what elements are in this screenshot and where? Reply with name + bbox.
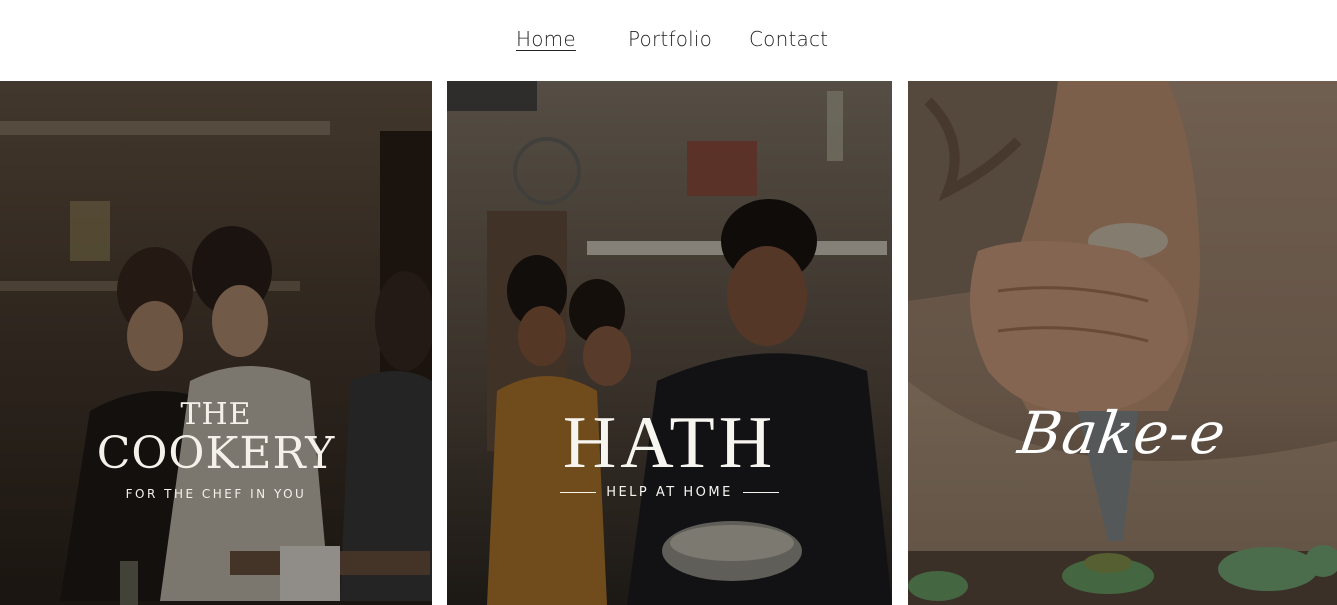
hath-tagline: HELP AT HOME xyxy=(606,485,733,500)
cookery-panel[interactable]: THE COOKERY FOR THE CHEF IN YOU xyxy=(0,81,432,605)
hath-panel[interactable]: HATH HELP AT HOME xyxy=(447,81,892,605)
hath-tagline-rule-right xyxy=(742,492,779,493)
nav-link-contact[interactable]: Contact xyxy=(749,27,828,51)
bakere-logo: Bake-e xyxy=(908,399,1337,467)
cookery-logo-name: COOKERY xyxy=(96,428,336,479)
nav-link-home[interactable]: Home xyxy=(516,27,576,51)
hath-tagline-rule-left xyxy=(560,492,597,493)
cookery-tagline: FOR THE CHEF IN YOU xyxy=(125,487,307,501)
hath-logo-name: HATH xyxy=(562,402,777,484)
hath-tagline-row: HELP AT HOME xyxy=(447,485,892,500)
hath-overlay xyxy=(447,81,892,605)
bakere-logo-name: Bake-e xyxy=(1014,399,1231,467)
bakere-panel[interactable]: Bake-e xyxy=(908,81,1337,605)
hath-logo: HATH HELP AT HOME xyxy=(447,402,892,500)
cookery-logo: THE COOKERY FOR THE CHEF IN YOU xyxy=(0,397,432,502)
bakere-overlay xyxy=(908,81,1337,605)
cookery-logo-the: THE xyxy=(180,397,252,432)
top-navigation: Home Portfolio Contact xyxy=(0,0,1337,81)
cookery-overlay xyxy=(0,81,432,605)
nav-link-portfolio[interactable]: Portfolio xyxy=(628,27,712,51)
